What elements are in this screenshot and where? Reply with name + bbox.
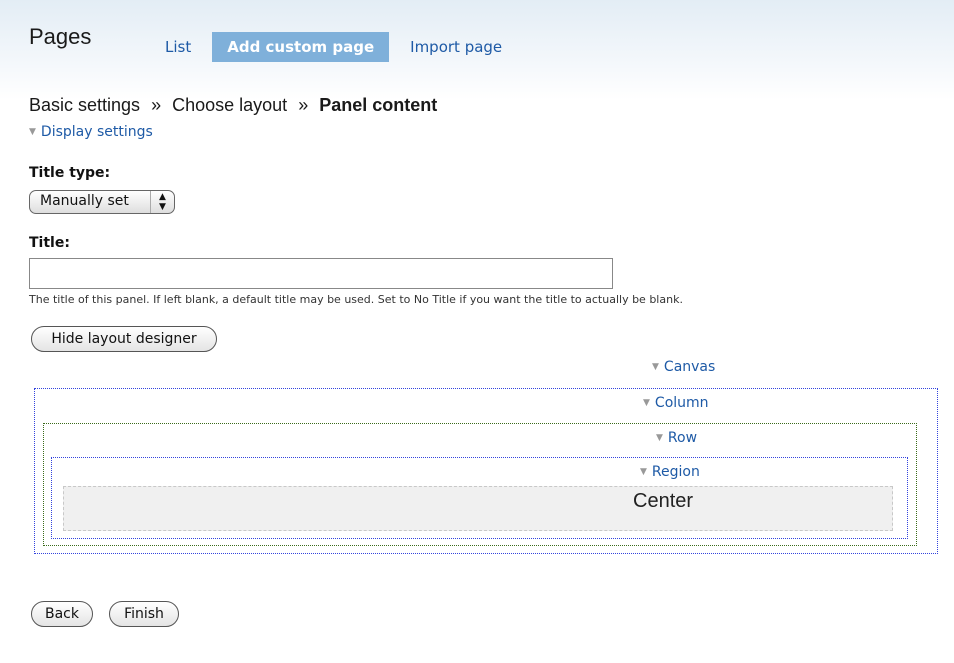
column-label: Column bbox=[654, 395, 709, 411]
breadcrumb-basic-settings: Basic settings bbox=[29, 95, 141, 115]
row-toggle[interactable]: ▼ Row bbox=[656, 430, 697, 446]
select-arrows-icon: ▲ ▼ bbox=[150, 191, 174, 213]
center-region[interactable] bbox=[63, 486, 893, 531]
title-type-value: Manually set bbox=[40, 193, 129, 209]
title-type-select[interactable]: Manually set ▲ ▼ bbox=[29, 190, 175, 214]
breadcrumb-current: Panel content bbox=[319, 95, 438, 115]
page-title: Pages bbox=[29, 24, 92, 49]
canvas-label: Canvas bbox=[663, 359, 716, 375]
collapse-triangle-icon: ▼ bbox=[29, 127, 36, 137]
page-header: Pages List Add custom page Import page bbox=[0, 0, 954, 80]
title-label: Title: bbox=[29, 235, 70, 251]
finish-button[interactable]: Finish bbox=[109, 601, 179, 627]
breadcrumb-choose-layout: Choose layout bbox=[172, 95, 288, 115]
title-input[interactable] bbox=[29, 258, 613, 289]
center-region-label: Center bbox=[633, 490, 694, 512]
column-toggle[interactable]: ▼ Column bbox=[643, 395, 709, 411]
title-description: The title of this panel. If left blank, … bbox=[29, 293, 683, 306]
tab-add-custom-page[interactable]: Add custom page bbox=[212, 32, 390, 62]
title-type-label: Title type: bbox=[29, 165, 111, 181]
region-label: Region bbox=[651, 464, 700, 480]
breadcrumb-separator: » bbox=[151, 95, 162, 115]
back-button[interactable]: Back bbox=[31, 601, 93, 627]
tab-import-page[interactable]: Import page bbox=[395, 32, 517, 62]
canvas-toggle[interactable]: ▼ Canvas bbox=[652, 359, 715, 375]
hide-layout-designer-button[interactable]: Hide layout designer bbox=[31, 326, 217, 352]
breadcrumb-separator: » bbox=[298, 95, 309, 115]
tabs: List Add custom page Import page bbox=[150, 32, 517, 62]
collapse-triangle-icon: ▼ bbox=[652, 362, 659, 372]
display-settings-toggle[interactable]: ▼ Display settings bbox=[29, 124, 153, 140]
breadcrumb: Basic settings » Choose layout » Panel c… bbox=[29, 95, 437, 116]
row-label: Row bbox=[667, 430, 698, 446]
region-toggle[interactable]: ▼ Region bbox=[640, 464, 700, 480]
collapse-triangle-icon: ▼ bbox=[643, 398, 650, 408]
display-settings-label: Display settings bbox=[40, 124, 153, 140]
collapse-triangle-icon: ▼ bbox=[640, 467, 647, 477]
collapse-triangle-icon: ▼ bbox=[656, 433, 663, 443]
tab-list[interactable]: List bbox=[150, 32, 206, 62]
